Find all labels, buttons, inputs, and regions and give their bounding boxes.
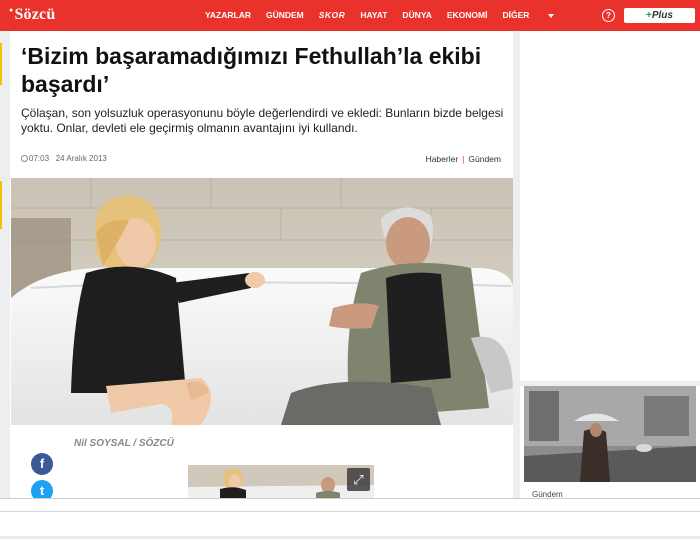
- publish-time: 07:03: [29, 154, 50, 163]
- plus-label: Plus: [651, 10, 673, 21]
- divider: [0, 536, 700, 539]
- nav-item-diger[interactable]: DİĞER: [502, 10, 569, 20]
- facebook-icon: f: [39, 456, 45, 471]
- category-link-haberler[interactable]: Haberler: [426, 154, 459, 164]
- nav-item-skor[interactable]: SKOR: [319, 10, 346, 20]
- help-icon[interactable]: ?: [602, 9, 615, 22]
- article-meta: 07:03 24 Aralık 2013: [21, 154, 107, 163]
- accent-bar: [0, 43, 2, 85]
- article-author: Nil SOYSAL / SÖZCÜ: [74, 438, 174, 449]
- column-gutter: [513, 31, 520, 498]
- divider: [0, 511, 700, 512]
- facebook-share-button[interactable]: f: [31, 453, 53, 475]
- left-gutter: [0, 31, 10, 498]
- sidebar-story-thumbnail[interactable]: [524, 386, 696, 482]
- logo-text: Sözcü: [14, 6, 56, 23]
- top-nav-bar: ●Sözcü YAZARLAR GÜNDEM SKOR HAYAT DÜNYA …: [0, 0, 700, 31]
- bottom-bar: [0, 498, 700, 541]
- nav-item-dunya[interactable]: DÜNYA: [402, 10, 431, 20]
- site-logo[interactable]: ●Sözcü: [9, 6, 55, 24]
- article-main-photo[interactable]: [11, 178, 513, 425]
- publish-date: 24 Aralık 2013: [55, 154, 107, 163]
- photo-illustration: [11, 178, 513, 425]
- breadcrumb-separator: |: [462, 154, 465, 164]
- nav-item-hayat[interactable]: HAYAT: [360, 10, 387, 20]
- sidebar-story-illustration: [524, 386, 696, 482]
- expand-icon[interactable]: ⤢: [347, 468, 370, 491]
- chevron-down-icon: [548, 13, 555, 18]
- accent-bar: [0, 181, 2, 229]
- nav-item-yazarlar[interactable]: YAZARLAR: [205, 10, 251, 20]
- article-headline: ‘Bizim başaramadığımızı Fethullah’la eki…: [21, 43, 482, 97]
- plus-button[interactable]: +Plus: [624, 8, 695, 23]
- clock-icon: [21, 155, 28, 163]
- nav-item-diger-label: DİĞER: [502, 10, 530, 20]
- main-nav: YAZARLAR GÜNDEM SKOR HAYAT DÜNYA EKONOMİ…: [205, 10, 584, 20]
- category-link-gundem[interactable]: Gündem: [468, 154, 501, 164]
- breadcrumb: Haberler | Gündem: [426, 154, 501, 164]
- twitter-icon: t: [39, 483, 45, 498]
- logo-mark: ●: [9, 6, 14, 14]
- article-summary: Çölaşan, son yolsuzluk operasyonunu böyl…: [21, 106, 504, 135]
- nav-item-gundem[interactable]: GÜNDEM: [266, 10, 304, 20]
- nav-item-ekonomi[interactable]: EKONOMİ: [447, 10, 488, 20]
